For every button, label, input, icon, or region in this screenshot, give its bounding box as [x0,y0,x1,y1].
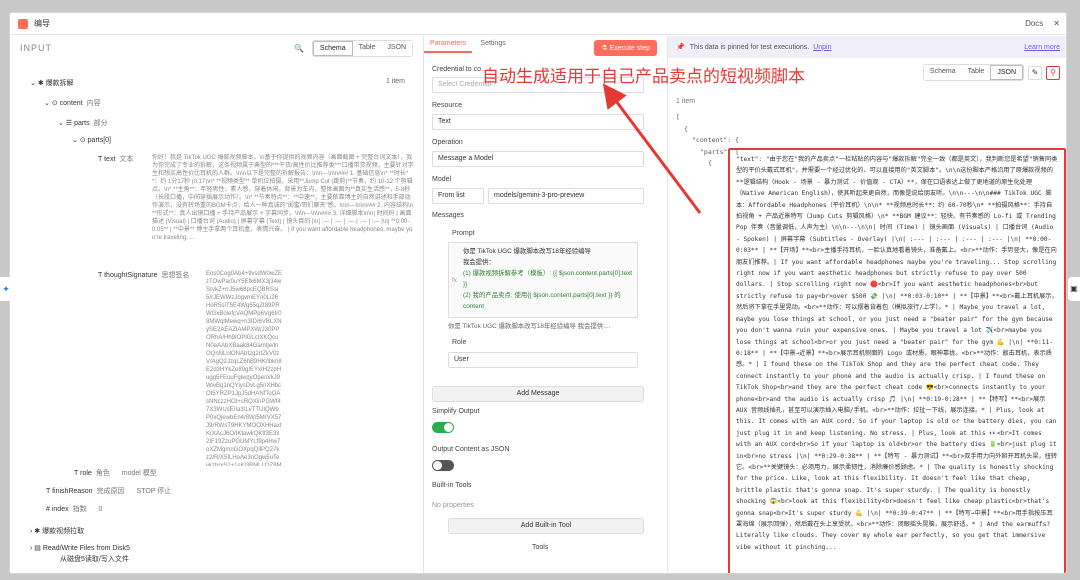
add-message-button[interactable]: Add Message [432,386,644,402]
node-icon: ✱ [34,528,41,535]
edit-icon[interactable]: ✎ [1028,65,1042,80]
messages-label: Messages [432,212,464,219]
tree-node-人物生成[interactable]: › ✱ 人物生成 [30,572,70,573]
chevron-down-icon[interactable]: ⌄ [72,137,78,144]
output-tab-schema[interactable]: Schema [924,65,962,80]
expression-icon: fx [452,277,457,284]
text-type-icon: T [74,470,79,477]
chevron-down-icon[interactable]: ⌄ [58,120,64,127]
annotation-caption: 自动生成适用于自己产品卖点的短视频脚本 [482,67,805,87]
tree-node-parts-0[interactable]: ⌄ ⊙ parts[0] [72,136,111,144]
flask-icon: ⚗ [601,45,610,52]
prompt-editor[interactable]: fx 你是 TikTok UGC 爆款脚本改写18年经验编导 我会提供： (1)… [448,242,638,318]
no-properties-text: No properties [432,502,475,509]
input-tab-table[interactable]: Table [353,41,382,56]
tab-settings[interactable]: Settings [474,36,511,51]
text-type-icon: T [46,488,51,495]
pinned-data-banner: 📌 This data is pinned for test execution… [668,36,1066,58]
right-handle-icon[interactable]: ▣ [1068,277,1080,301]
output-view-toggle: Schema Table JSON [922,64,1024,81]
node-editor-window: 编导 Docs ✕ INPUT 🔍 Schema Table JSON ⌄ ✱ … [9,12,1067,574]
number-type-icon: # [46,506,50,513]
unpin-link[interactable]: Unpin [813,44,831,51]
input-panel: INPUT 🔍 Schema Table JSON ⌄ ✱ 爆款拆解 1 ite… [10,36,423,573]
json-text-value: "由于您在"我的产品卖点"一栏粘贴的内容与"爆款拆解"完全一致（都是英文），我判… [736,156,1058,551]
node-title[interactable]: 编导 [34,18,50,29]
json-text-key: "text": [736,156,763,163]
tree-node-parts[interactable]: ⌄ ☰ parts 部分 [58,118,108,128]
resource-label: Resource [432,102,462,109]
search-icon[interactable]: 🔍 [294,44,304,53]
resource-select[interactable]: Text [432,114,644,130]
role-select[interactable]: User [448,352,638,368]
model-select[interactable]: models/gemini-3-pro-preview [488,188,644,204]
object-icon: ⊙ [51,100,58,107]
builtin-tools-label: Built-in Tools [432,482,472,489]
simplify-output-label: Simplify Output [432,408,480,415]
file-icon: ▤ [34,545,41,552]
prompt-preview: 你是 TikTok UGC 爆款脚本改写18年经验编导 我会提供:... [448,323,611,330]
tab-parameters[interactable]: Parameters [424,36,473,53]
node-icon: ✱ [37,80,44,87]
item-count-badge: 1 item [385,78,405,85]
model-label: Model [432,176,452,183]
output-tab-json[interactable]: JSON [990,65,1023,80]
tree-node-爆款拆解[interactable]: ⌄ ✱ 爆款拆解 [30,78,74,88]
input-view-toggle: Schema Table JSON [311,39,413,57]
input-tab-json[interactable]: JSON [381,41,412,56]
input-tab-schema[interactable]: Schema [312,40,353,56]
role-label: Role [452,339,467,346]
tree-node-read-write-files[interactable]: › ▤ Read/Write Files from Disk5 [30,544,130,552]
tree-node-爆款视频拉取[interactable]: › ✱ 爆款视频拉取 [30,526,84,536]
model-mode-select[interactable]: From list [432,188,484,204]
field-index[interactable]: # index 指数 0 [46,504,102,514]
node-type-icon [18,18,28,29]
array-icon: ☰ [65,120,73,127]
output-panel: 📌 This data is pinned for test execution… [668,36,1066,573]
field-text-label[interactable]: T text 文本 [98,154,133,164]
output-text-highlight-box: "text": "由于您在"我的产品卖点"一栏粘贴的内容与"爆款拆解"完全一致（… [728,148,1066,573]
field-finishreason[interactable]: T finishReason 完成原因 STOP 停止 [46,486,171,496]
chevron-right-icon[interactable]: › [30,545,32,552]
tree-node-content[interactable]: ⌄ ⊙ content 内容 [44,98,101,108]
chevron-down-icon[interactable]: ⌄ [30,80,36,87]
execute-step-button[interactable]: ⚗ Execute step [594,40,657,56]
simplify-output-toggle[interactable] [432,422,454,433]
credential-label: Credential to co... [432,66,487,73]
output-item-count: 1 item [676,98,696,105]
text-type-icon: T [98,272,103,279]
docs-link[interactable]: Docs [1025,19,1043,28]
left-handle-icon[interactable]: ✦ [0,277,12,301]
object-icon: ⊙ [79,137,86,144]
field-text-value: 你好！我是 TikTok UGC 爆款视频脚本，\n基于你提供的视频内容（画面截… [152,155,414,241]
title-bar: 编导 Docs ✕ [10,13,1066,35]
pin-toggle-icon[interactable]: ⚲ [1046,65,1060,80]
chevron-right-icon[interactable]: › [30,528,32,535]
chevron-down-icon[interactable]: ⌄ [44,100,50,107]
operation-label: Operation [432,139,463,146]
text-type-icon: T [98,156,103,163]
field-thoughtsignature-value: Eos0Cog0Ab4+9vsdW0wZEzTOwPa/0uY5Efk6MX3j… [206,271,282,466]
output-as-json-label: Output Content as JSON [432,446,510,453]
tools-label: Tools [532,544,549,551]
learn-more-link[interactable]: Learn more [1024,44,1060,51]
parameters-panel: Parameters Settings ⚗ Execute step Crede… [423,36,668,573]
close-icon[interactable]: ✕ [1053,19,1060,28]
pin-icon: 📌 [676,44,685,51]
output-toolbar: Schema Table JSON ✎ ⚲ [915,64,1060,81]
output-as-json-toggle[interactable] [432,460,454,471]
operation-select[interactable]: Message a Model [432,151,644,167]
input-panel-title: INPUT [20,43,52,53]
field-thoughtsignature-label[interactable]: T thoughtSignature 思想签名 [98,270,189,280]
tree-node-read-write-files-sub: 从磁盘5读取/写入文件 [60,556,129,563]
output-tab-table[interactable]: Table [962,65,991,80]
field-role[interactable]: T role 角色 model 模型 [74,468,157,478]
prompt-label: Prompt [452,230,475,237]
add-builtin-tool-button[interactable]: Add Built-in Tool [448,518,644,534]
